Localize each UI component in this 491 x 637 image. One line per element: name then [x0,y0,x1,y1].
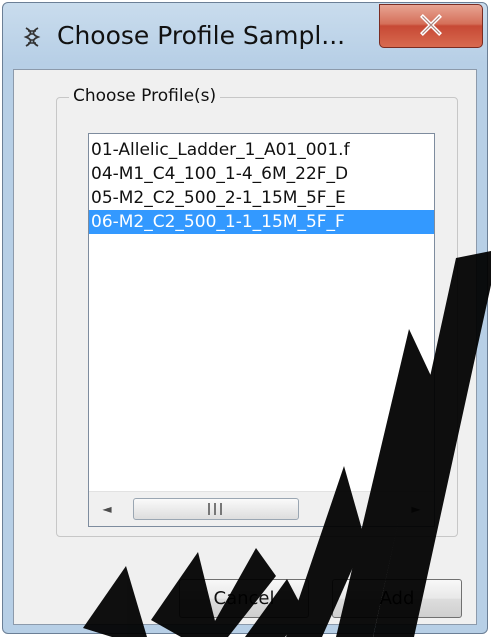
profile-list-item-selected[interactable]: 06-M2_C2_500_1-1_15M_5F_F [89,210,434,234]
choose-profiles-label: Choose Profile(s) [69,86,221,106]
add-button[interactable]: Add [332,579,462,618]
profile-list-item[interactable]: 04-M1_C4_100_1-4_6M_22F_D [89,162,434,186]
profile-list-item[interactable]: 01-Allelic_Ladder_1_A01_001.f [89,138,434,162]
grip-icon [208,503,222,515]
scroll-right-arrow-icon[interactable]: ► [404,500,428,518]
title-bar[interactable]: Choose Profile Sampl... [3,3,487,63]
profile-list: 01-Allelic_Ladder_1_A01_001.f 04-M1_C4_1… [89,138,434,234]
choose-profile-dialog: Choose Profile Sampl... Choose Profile(s… [2,2,488,634]
profile-list-item[interactable]: 05-M2_C2_500_2-1_15M_5F_E [89,186,434,210]
profile-listbox[interactable]: 01-Allelic_Ladder_1_A01_001.f 04-M1_C4_1… [88,133,435,527]
scroll-left-arrow-icon[interactable]: ◄ [95,500,119,518]
horizontal-scrollbar[interactable]: ◄ ► [89,491,434,526]
cancel-button[interactable]: Cancel [179,579,309,618]
choose-profiles-group: Choose Profile(s) 01-Allelic_Ladder_1_A0… [56,86,458,537]
dialog-client-area: Choose Profile(s) 01-Allelic_Ladder_1_A0… [13,69,477,625]
dna-icon [23,27,41,47]
scrollbar-thumb[interactable] [133,498,299,520]
close-button[interactable] [379,4,483,48]
window-title: Choose Profile Sampl... [57,21,346,50]
close-icon [420,13,442,36]
